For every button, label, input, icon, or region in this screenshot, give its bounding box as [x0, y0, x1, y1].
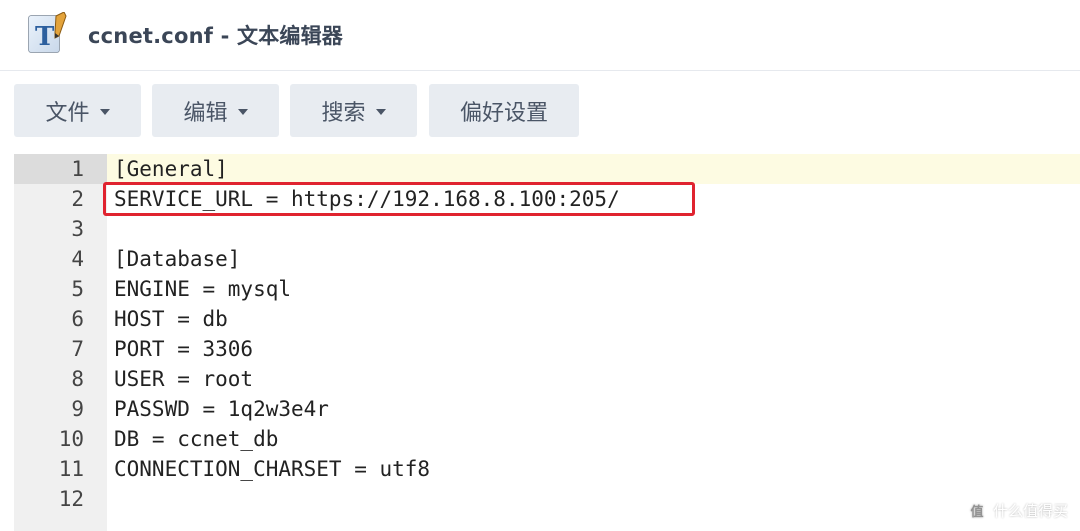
line-number: 5 [71, 277, 84, 301]
code-editor[interactable]: 1 2 3 4 5 6 7 8 9 10 11 12 [General] SER… [0, 151, 1080, 531]
line-number: 1 [14, 154, 107, 184]
line-number: 11 [58, 457, 84, 481]
code-line[interactable]: USER = root [114, 364, 253, 394]
search-menu-button[interactable]: 搜索 [290, 84, 417, 137]
code-line[interactable]: ENGINE = mysql [114, 274, 291, 304]
file-menu-label: 文件 [45, 100, 90, 126]
edit-menu-label: 编辑 [183, 100, 228, 126]
code-line[interactable]: [Database] [114, 244, 240, 274]
line-number: 7 [71, 337, 84, 361]
line-number: 9 [71, 397, 84, 421]
line-number: 12 [58, 487, 84, 511]
toolbar: 文件 编辑 搜索 偏好设置 [0, 71, 1080, 151]
line-number: 6 [71, 307, 84, 331]
edit-menu-button[interactable]: 编辑 [152, 84, 279, 137]
red-highlight-box [103, 182, 695, 216]
line-number: 4 [71, 247, 84, 271]
window-title: ccnet.conf - 文本编辑器 [88, 24, 344, 48]
code-line[interactable]: CONNECTION_CHARSET = utf8 [114, 454, 430, 484]
code-line[interactable]: PASSWD = 1q2w3e4r [114, 394, 329, 424]
watermark-text: 什么值得买 [992, 502, 1068, 520]
preferences-label: 偏好设置 [459, 100, 548, 126]
line-number: 8 [71, 367, 84, 391]
line-number: 10 [58, 427, 84, 451]
search-menu-label: 搜索 [321, 100, 366, 126]
preferences-button[interactable]: 偏好设置 [429, 84, 579, 137]
chevron-down-icon [237, 109, 248, 115]
chevron-down-icon [99, 109, 110, 115]
code-line[interactable]: HOST = db [114, 304, 228, 334]
title-bar: T ccnet.conf - 文本编辑器 [0, 0, 1080, 71]
code-line[interactable]: DB = ccnet_db [114, 424, 278, 454]
file-menu-button[interactable]: 文件 [14, 84, 141, 137]
active-line-highlight [107, 154, 1080, 184]
watermark-logo-icon: 值 [966, 500, 987, 521]
line-number: 2 [71, 187, 84, 211]
code-line[interactable]: [General] [114, 154, 228, 184]
text-editor-icon: T [26, 11, 68, 56]
line-number: 3 [71, 217, 84, 241]
svg-text:T: T [35, 22, 55, 52]
watermark: 值 什么值得买 [966, 500, 1068, 521]
code-line[interactable]: PORT = 3306 [114, 334, 253, 364]
chevron-down-icon [375, 109, 386, 115]
